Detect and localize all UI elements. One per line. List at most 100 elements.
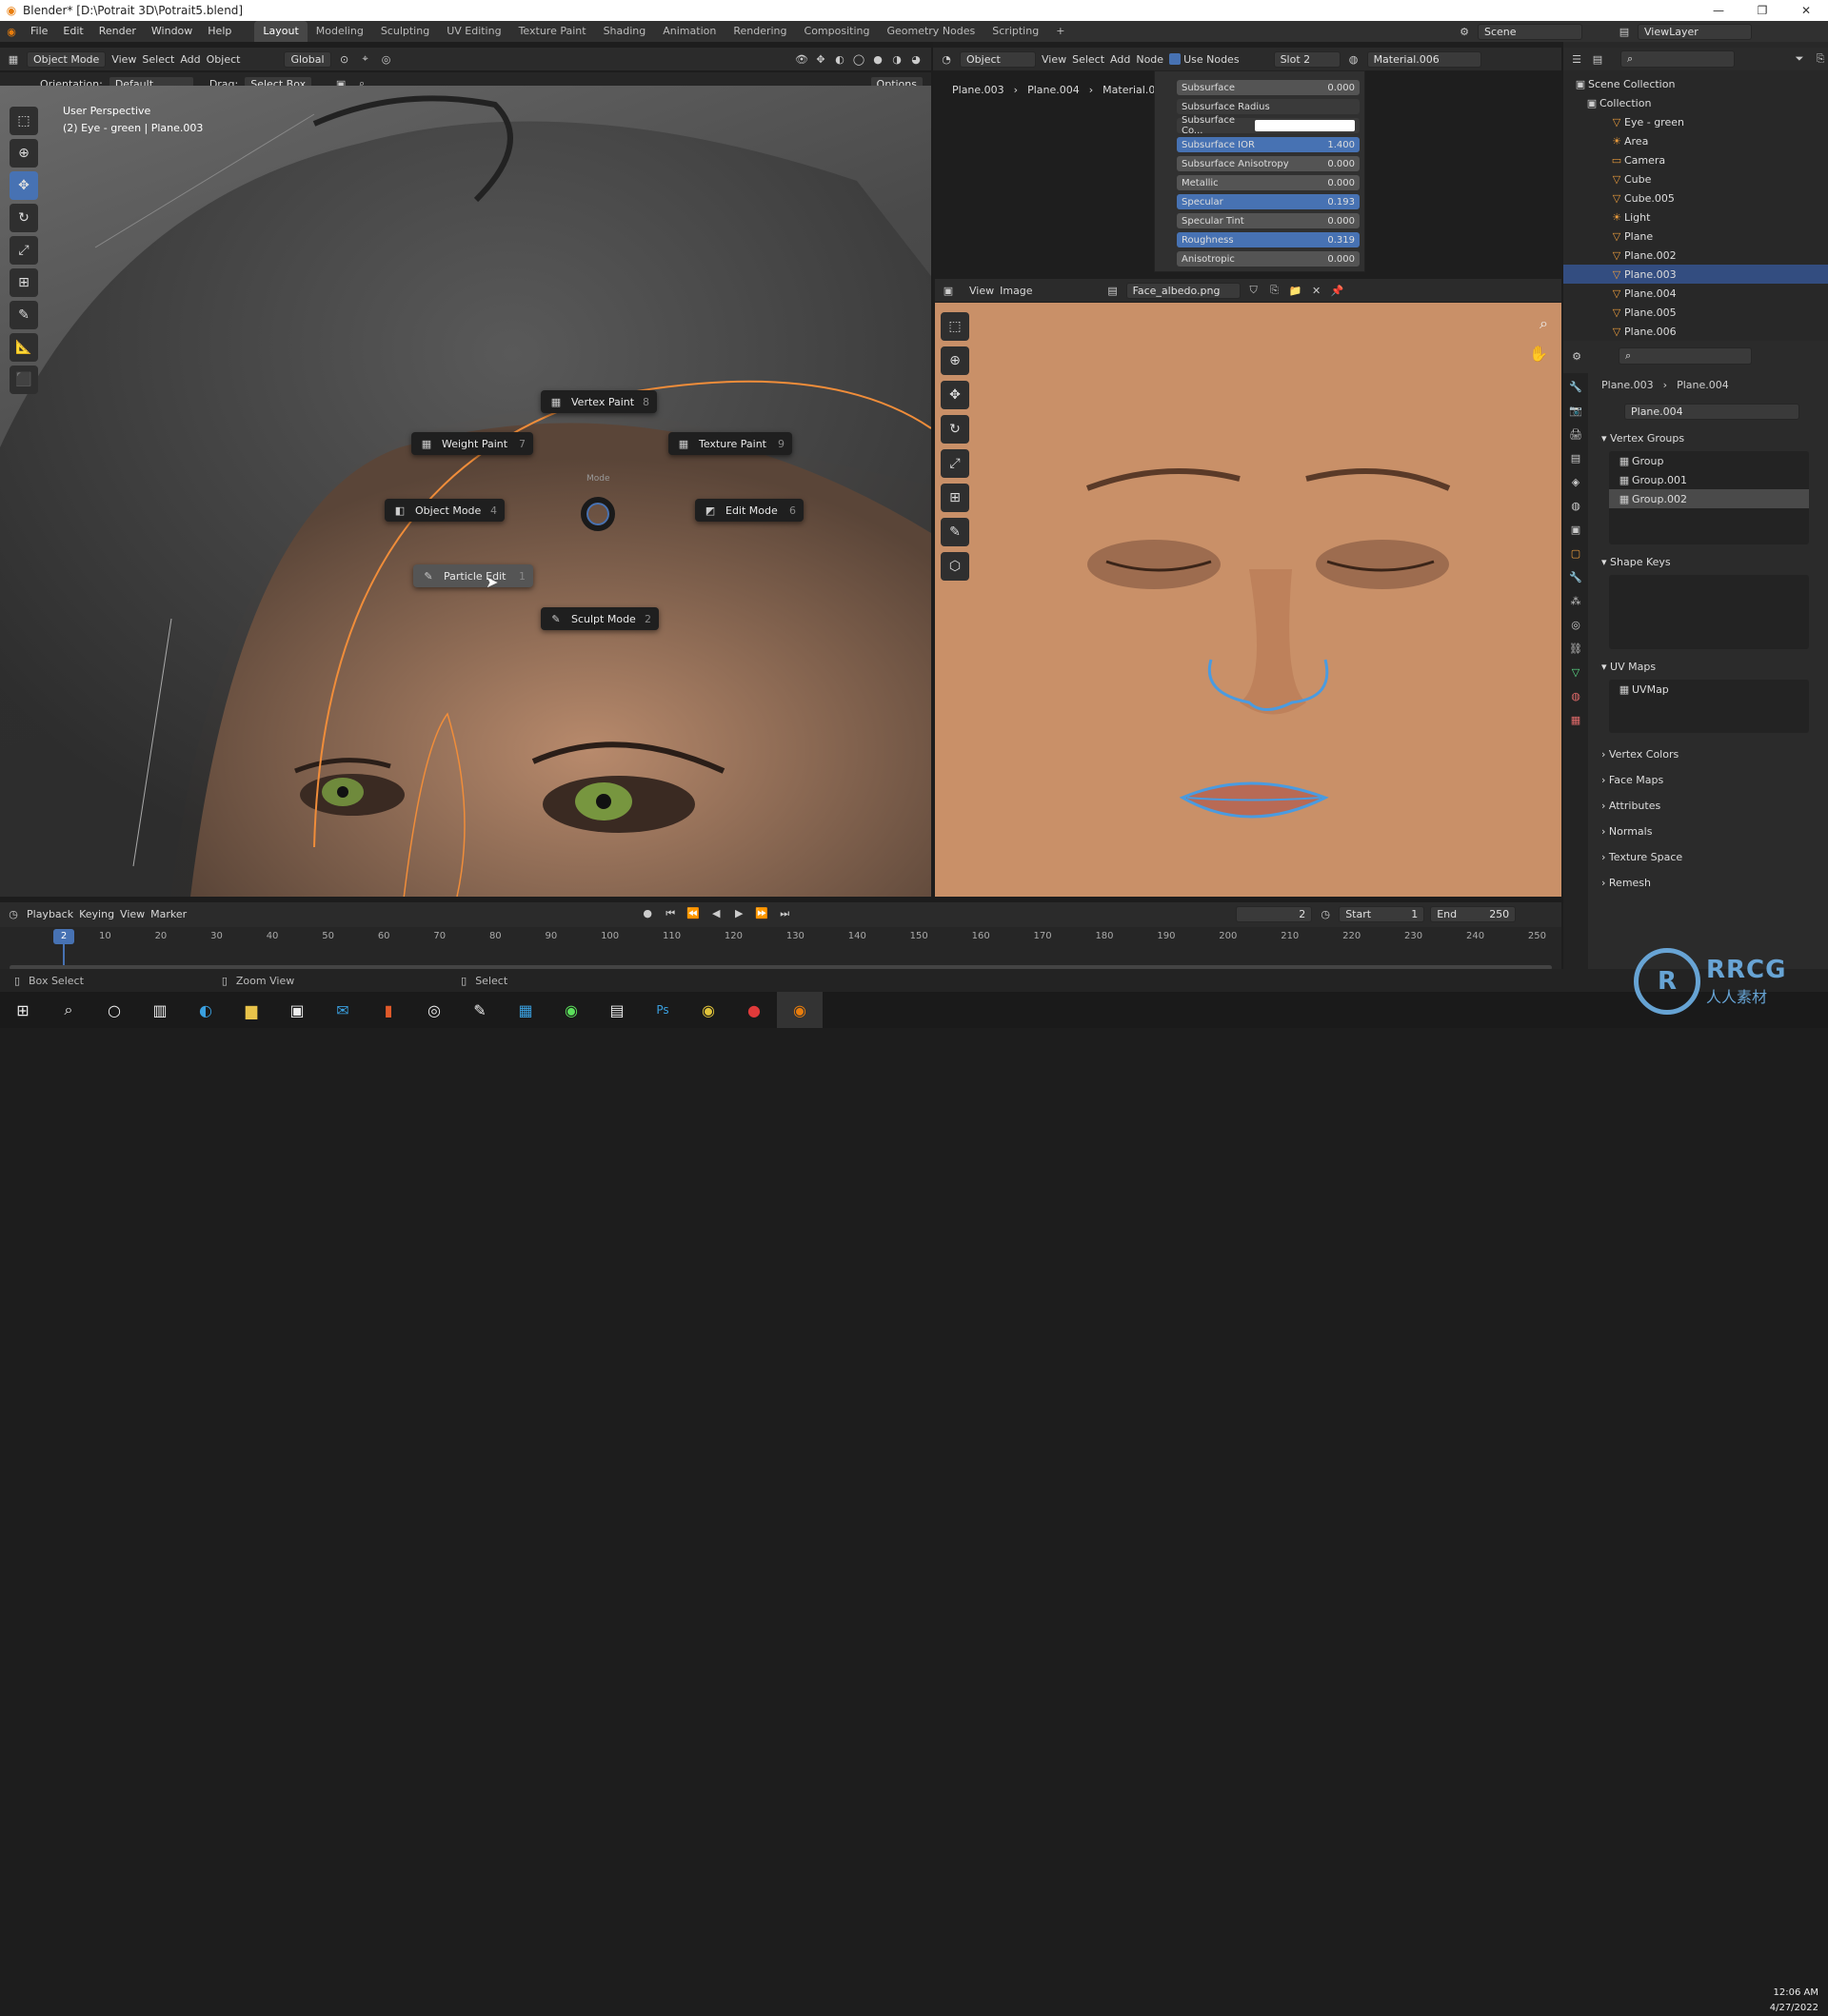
remesh-header[interactable]: › Remesh (1601, 877, 1651, 889)
store-icon[interactable]: ▣ (274, 992, 320, 1028)
play-icon[interactable]: ▶ (731, 907, 746, 920)
prop-metallic[interactable]: Metallic 0.000 (1177, 175, 1360, 190)
outliner-item[interactable]: ▭ Camera (1563, 150, 1828, 169)
close-button[interactable]: ✕ (1784, 0, 1828, 21)
jump-start-icon[interactable]: ⏮ (663, 907, 678, 920)
prop-roughness[interactable]: Roughness 0.319 (1177, 232, 1360, 247)
prop-specular-tint[interactable]: Specular Tint 0.000 (1177, 213, 1360, 228)
world-tab-icon[interactable]: ◍ (1568, 500, 1583, 512)
viewport-menu-select[interactable]: Select (142, 53, 174, 66)
menu-file[interactable]: File (23, 21, 55, 42)
pie-object-mode[interactable]: ◧ Object Mode 4 (385, 499, 505, 522)
menu-window[interactable]: Window (144, 21, 200, 42)
mesh-name-field[interactable]: Plane.004 (1624, 404, 1799, 420)
prop-subsurface[interactable]: Subsurface 0.000 (1177, 80, 1360, 95)
outliner-item[interactable]: ▽ Plane.002 (1563, 246, 1828, 265)
playhead[interactable]: 2 (53, 929, 74, 944)
list-item[interactable]: ▦ Group (1609, 451, 1809, 470)
visibility-icon[interactable]: 👁 (794, 53, 809, 66)
tab-layout[interactable]: Layout (254, 21, 308, 42)
uv-maps-header[interactable]: ▾ UV Maps (1601, 661, 1656, 673)
annotate-tool[interactable]: ✎ (941, 518, 969, 546)
pie-texture-paint[interactable]: ▦ Texture Paint 9 (668, 432, 792, 455)
use-nodes-checkbox[interactable]: Use Nodes (1169, 53, 1240, 66)
image-menu-view[interactable]: View (969, 285, 994, 297)
image-name-field[interactable]: Face_albedo.png (1125, 282, 1241, 299)
constraints-tab-icon[interactable]: ⛓ (1568, 642, 1583, 655)
prop-specular[interactable]: Specular 0.193 (1177, 194, 1360, 209)
app-icon[interactable]: ◉ (548, 992, 594, 1028)
viewport-menu-view[interactable]: View (111, 53, 136, 66)
select-tool[interactable]: ⬚ (941, 312, 969, 341)
tab-rendering[interactable]: Rendering (725, 21, 795, 42)
timeline-menu-keying[interactable]: Keying (79, 908, 114, 920)
outliner-collection[interactable]: ▣ Collection (1563, 93, 1828, 112)
end-frame-field[interactable]: End 250 (1430, 905, 1517, 922)
pie-sculpt-mode[interactable]: ✎ Sculpt Mode 2 (541, 607, 659, 630)
zoom-icon[interactable]: ⌕ (1540, 314, 1548, 333)
snap-icon[interactable]: ⌖ (358, 52, 373, 66)
add-workspace-button[interactable]: + (1047, 21, 1073, 42)
move-tool[interactable]: ✥ (10, 171, 38, 200)
current-frame-field[interactable]: 2 (1236, 905, 1313, 922)
new-collection-icon[interactable]: ⎘ (1813, 52, 1828, 66)
mail-icon[interactable]: ✉ (320, 992, 366, 1028)
texture-space-header[interactable]: › Texture Space (1601, 851, 1682, 863)
outliner[interactable]: ☰ ▤ ⌕ ⏷ ⎘ ▣ Scene Collection ▣ Collection … (1563, 42, 1828, 341)
recorder-icon[interactable]: ● (731, 992, 777, 1028)
pen-app-icon[interactable]: ✎ (457, 992, 503, 1028)
next-key-icon[interactable]: ⏩ (754, 907, 769, 920)
pie-edit-mode[interactable]: ◩ Edit Mode 6 (695, 499, 804, 522)
unlink-icon[interactable]: ✕ (1309, 285, 1324, 297)
3d-viewport[interactable]: User Perspective (2) Eye - green | Plane… (0, 86, 931, 897)
render-tab-icon[interactable]: 📷 (1568, 405, 1583, 417)
image-menu-image[interactable]: Image (1000, 285, 1032, 297)
chrome-icon[interactable]: ◉ (686, 992, 731, 1028)
blender-menu-icon[interactable]: ◉ (4, 26, 19, 38)
particles-tab-icon[interactable]: ⁂ (1568, 595, 1583, 607)
outliner-item[interactable]: ☀ Light (1563, 208, 1828, 227)
material-tab-icon[interactable]: ◍ (1568, 690, 1583, 702)
tab-geometry-nodes[interactable]: Geometry Nodes (878, 21, 984, 42)
prop-subsurface-anisotropy[interactable]: Subsurface Anisotropy 0.000 (1177, 156, 1360, 171)
start-button[interactable]: ⊞ (0, 992, 46, 1028)
scene-tab-icon[interactable]: ◈ (1568, 476, 1583, 488)
file-explorer-icon[interactable]: ▆ (228, 992, 274, 1028)
scene-field[interactable]: Scene (1478, 24, 1582, 40)
outliner-item[interactable]: ▽ Cube (1563, 169, 1828, 188)
output-tab-icon[interactable]: 🖨 (1568, 428, 1583, 441)
play-reverse-icon[interactable]: ◀ (708, 907, 724, 920)
open-image-icon[interactable]: 📁 (1288, 285, 1303, 297)
transform-tool[interactable]: ⊞ (10, 268, 38, 297)
menu-edit[interactable]: Edit (55, 21, 90, 42)
vertex-groups-header[interactable]: ▾ Vertex Groups (1601, 432, 1684, 445)
editor-type-icon[interactable]: ☰ (1569, 53, 1584, 66)
task-view-icon[interactable]: ▥ (137, 992, 183, 1028)
steam-icon[interactable]: ◎ (411, 992, 457, 1028)
rotate-tool[interactable]: ↻ (10, 204, 38, 232)
scale-tool[interactable]: ⤢ (10, 236, 38, 265)
material-field[interactable]: Material.006 (1366, 50, 1481, 68)
search-icon[interactable]: ⌕ (46, 992, 91, 1028)
collection-tab-icon[interactable]: ▣ (1568, 524, 1583, 536)
outliner-item[interactable]: ☀ Area (1563, 131, 1828, 150)
data-tab-icon[interactable]: ▽ (1568, 666, 1583, 679)
image-editor-canvas[interactable]: ⬚ ⊕ ✥ ↻ ⤢ ⊞ ✎ ⬡ ⌕ ✋ (935, 303, 1561, 897)
photoshop-icon[interactable]: Ps (640, 992, 686, 1028)
mode-dropdown[interactable]: Object Mode (27, 50, 107, 68)
minimize-button[interactable]: — (1697, 0, 1740, 21)
editor-type-icon[interactable]: ⚙ (1569, 350, 1584, 363)
menu-help[interactable]: Help (200, 21, 239, 42)
gizmo-icon[interactable]: ✥ (813, 53, 828, 66)
annotate-tool[interactable]: ✎ (10, 301, 38, 329)
outliner-item[interactable]: ▽ Plane.003 (1563, 265, 1828, 284)
measure-tool[interactable]: 📐 (10, 333, 38, 362)
new-image-icon[interactable]: ⎘ (1267, 284, 1282, 297)
maximize-button[interactable]: ❐ (1740, 0, 1784, 21)
jump-end-icon[interactable]: ⏭ (777, 907, 792, 920)
edge-icon[interactable]: ◐ (183, 992, 228, 1028)
transform-orientation-dropdown[interactable]: Global (284, 50, 331, 68)
outliner-item[interactable]: ▽ Plane.005 (1563, 303, 1828, 322)
object-tab-icon[interactable]: ▢ (1568, 547, 1583, 560)
outliner-item[interactable]: ▽ Eye - green (1563, 112, 1828, 131)
